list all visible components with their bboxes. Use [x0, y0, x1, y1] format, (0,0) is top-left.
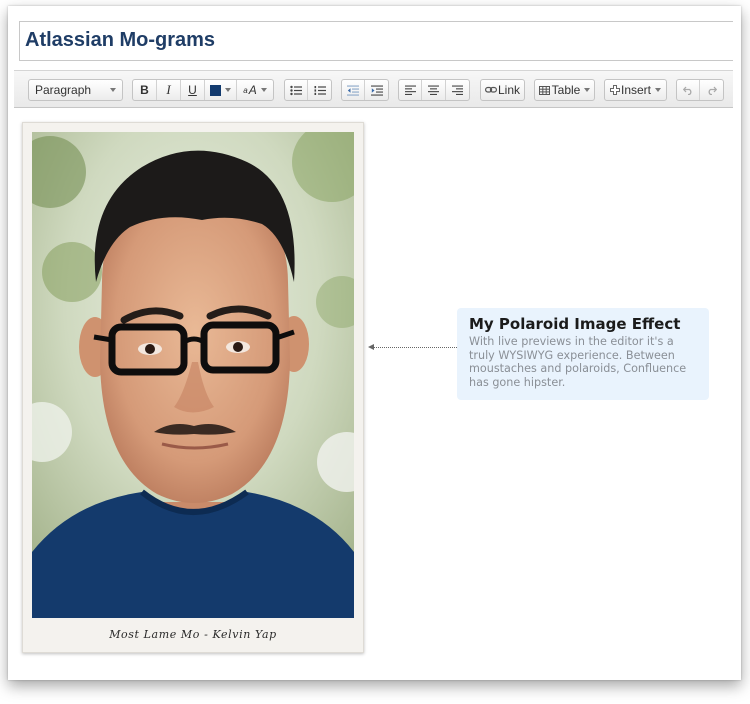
- history-group: [676, 79, 724, 101]
- bullet-list-button[interactable]: [285, 80, 309, 100]
- italic-icon: I: [166, 82, 171, 97]
- redo-icon: [708, 86, 717, 95]
- outdent-icon: [347, 85, 359, 96]
- align-right-icon: [451, 85, 463, 95]
- undo-icon: [682, 86, 691, 95]
- insert-dropdown[interactable]: Insert: [604, 79, 667, 101]
- chevron-down-icon: [655, 88, 661, 92]
- link-icon: [484, 86, 497, 93]
- polaroid-image-frame[interactable]: Most Lame Mo - Kelvin Yap: [22, 122, 364, 653]
- bold-button[interactable]: B: [133, 80, 157, 100]
- bullet-list-icon: [290, 85, 302, 95]
- align-group: [398, 79, 470, 101]
- portrait-illustration: [32, 132, 354, 618]
- paragraph-style-label: Paragraph: [35, 83, 92, 97]
- underline-button[interactable]: U: [181, 80, 205, 100]
- callout-body: With live previews in the editor it's a …: [469, 335, 687, 389]
- link-button[interactable]: Link: [480, 79, 525, 101]
- chevron-down-icon: [110, 88, 116, 92]
- align-right-button[interactable]: [446, 80, 469, 100]
- font-size-label: A: [248, 83, 257, 97]
- indent-button[interactable]: [365, 80, 388, 100]
- text-color-icon: [210, 84, 221, 96]
- numbered-list-button[interactable]: [308, 80, 331, 100]
- table-icon: [538, 85, 550, 95]
- callout-connector-line: [373, 347, 457, 348]
- outdent-button[interactable]: [342, 80, 366, 100]
- italic-button[interactable]: I: [157, 80, 181, 100]
- text-format-group: B I U a A: [132, 79, 274, 101]
- underline-icon: U: [188, 83, 197, 97]
- chevron-down-icon: [225, 88, 231, 92]
- insert-label: Insert: [620, 83, 651, 97]
- polaroid-caption: Most Lame Mo - Kelvin Yap: [109, 628, 277, 641]
- table-dropdown[interactable]: Table: [534, 79, 595, 101]
- redo-button[interactable]: [700, 80, 723, 100]
- undo-button[interactable]: [677, 80, 701, 100]
- font-size-icon: a: [243, 85, 248, 95]
- table-label: Table: [551, 83, 581, 97]
- align-center-icon: [428, 85, 440, 95]
- indent-icon: [370, 85, 383, 96]
- callout-title: My Polaroid Image Effect: [469, 315, 681, 333]
- paragraph-style-dropdown[interactable]: Paragraph: [28, 79, 123, 101]
- align-center-button[interactable]: [422, 80, 446, 100]
- feature-callout: My Polaroid Image Effect With live previ…: [457, 308, 709, 400]
- text-color-button[interactable]: [205, 80, 237, 100]
- numbered-list-icon: [314, 85, 326, 95]
- portrait-photo: [32, 132, 354, 618]
- page-title: Atlassian Mo-grams: [25, 29, 216, 51]
- chevron-down-icon: [584, 88, 591, 92]
- align-left-button[interactable]: [399, 80, 423, 100]
- page-title-field[interactable]: Atlassian Mo-grams: [19, 21, 733, 61]
- bold-icon: B: [140, 83, 149, 97]
- link-label: Link: [497, 83, 520, 97]
- editor-toolbar: Paragraph B I U a A Link Table Insert: [14, 70, 733, 108]
- font-size-button[interactable]: a A: [237, 80, 273, 100]
- align-left-icon: [404, 85, 416, 95]
- list-group: [284, 79, 332, 101]
- plus-icon: [609, 85, 620, 95]
- indent-group: [341, 79, 389, 101]
- chevron-down-icon: [260, 88, 267, 92]
